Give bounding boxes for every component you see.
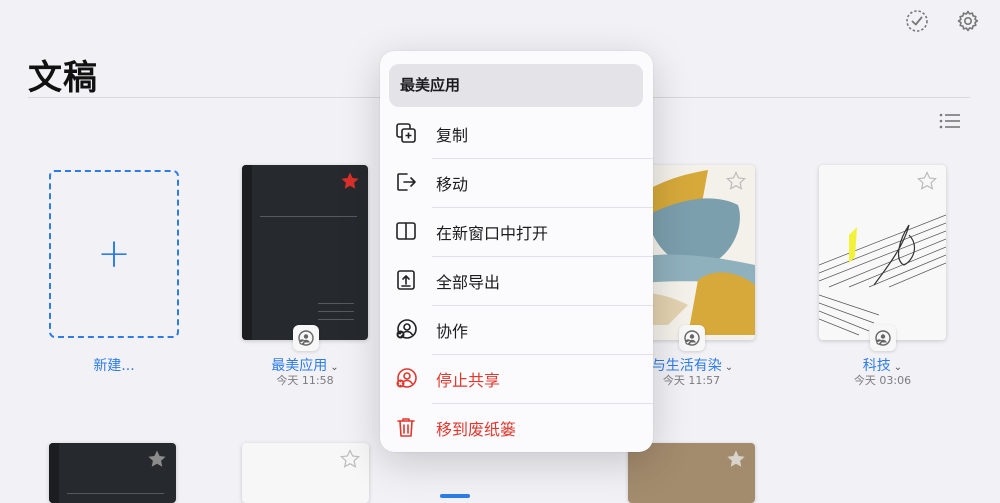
settings-gear-icon[interactable] xyxy=(955,8,981,34)
menu-item-export-all[interactable]: 全部导出 xyxy=(380,256,653,305)
split-window-icon xyxy=(394,219,418,243)
page-title: 文稿 xyxy=(28,58,98,98)
menu-item-open-new-window[interactable]: 在新窗口中打开 xyxy=(380,207,653,256)
document-cover-3[interactable] xyxy=(819,165,946,340)
move-icon xyxy=(394,170,418,194)
shared-badge-icon xyxy=(679,325,705,351)
duplicate-icon xyxy=(394,121,418,145)
shared-badge-icon xyxy=(870,325,896,351)
star-filled-icon[interactable] xyxy=(147,449,167,473)
star-filled-icon[interactable] xyxy=(340,171,360,195)
menu-item-move[interactable]: 移动 xyxy=(380,158,653,207)
document-cover-1[interactable] xyxy=(242,165,368,340)
star-outline-icon[interactable] xyxy=(340,449,360,473)
document-date-3: 今天 03:06 xyxy=(853,374,912,387)
document-date-1: 今天 11:58 xyxy=(276,374,334,387)
collaborate-icon xyxy=(394,317,418,341)
shared-badge-icon xyxy=(293,325,319,351)
new-document-label[interactable]: 新建... xyxy=(49,355,179,375)
new-document-button[interactable]: + xyxy=(49,170,179,338)
stop-sharing-icon xyxy=(394,366,418,390)
document-cover-6[interactable] xyxy=(440,494,470,498)
star-outline-icon[interactable] xyxy=(917,171,937,195)
star-outline-icon[interactable] xyxy=(726,171,746,195)
menu-item-collaborate[interactable]: 协作 xyxy=(380,305,653,354)
menu-item-duplicate[interactable]: 复制 xyxy=(380,109,653,158)
list-view-icon[interactable] xyxy=(938,112,962,130)
menu-item-move-to-trash[interactable]: 移到废纸篓 xyxy=(380,403,653,452)
context-menu: 最美应用 复制 移动 在新窗口中打开 全部导出 协作 停止共享 移到废纸篓 xyxy=(380,51,653,452)
select-check-icon[interactable] xyxy=(904,8,930,34)
context-menu-title: 最美应用 xyxy=(389,64,643,107)
star-filled-icon[interactable] xyxy=(726,449,746,473)
document-cover-7[interactable] xyxy=(628,443,755,503)
document-cover-5[interactable] xyxy=(242,443,369,503)
document-cover-4[interactable] xyxy=(49,443,176,503)
trash-icon xyxy=(394,415,418,439)
export-icon xyxy=(394,268,418,292)
plus-icon: + xyxy=(97,231,131,277)
menu-item-stop-sharing[interactable]: 停止共享 xyxy=(380,354,653,403)
